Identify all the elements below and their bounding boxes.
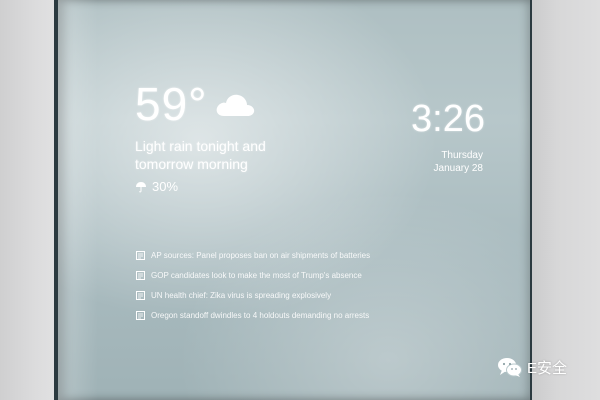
news-item: UN health chief: Zika virus is spreading… — [136, 287, 406, 303]
watermark: E安全 — [497, 356, 567, 378]
news-headline: GOP candidates look to make the most of … — [151, 270, 362, 280]
precipitation-value: 30% — [152, 179, 179, 194]
precipitation-row: 30% — [135, 179, 178, 195]
news-headline: AP sources: Panel proposes ban on air sh… — [151, 250, 371, 260]
news-item: Oregon standoff dwindles to 4 holdouts d… — [136, 307, 406, 323]
wechat-icon — [498, 358, 522, 377]
temperature-readout: 59° — [135, 78, 208, 130]
news-item: GOP candidates look to make the most of … — [136, 267, 406, 283]
mirror-glare — [58, 0, 98, 400]
watermark-label: E安全 — [527, 359, 568, 377]
clock-day: Thursday — [441, 150, 483, 161]
smart-mirror-display — [58, 0, 530, 400]
wall-right — [528, 0, 600, 400]
clock-time: 3:26 — [411, 98, 485, 140]
news-icon — [136, 290, 145, 300]
forecast-text: Light rain tonight and tomorrow morning — [135, 138, 266, 172]
news-headline: UN health chief: Zika virus is spreading… — [151, 290, 332, 300]
news-icon — [136, 310, 145, 320]
news-icon — [136, 270, 145, 280]
news-headline: Oregon standoff dwindles to 4 holdouts d… — [151, 310, 370, 320]
weather-current: 59° — [135, 78, 256, 134]
news-icon — [136, 250, 145, 260]
clock-date: January 28 — [433, 163, 483, 174]
photo-scene: 59° Light rain tonight and tomorrow morn… — [0, 0, 600, 400]
news-item: AP sources: Panel proposes ban on air sh… — [136, 247, 406, 263]
umbrella-icon — [136, 182, 146, 193]
news-list: AP sources: Panel proposes ban on air sh… — [136, 247, 406, 327]
cloud-icon — [216, 94, 254, 116]
